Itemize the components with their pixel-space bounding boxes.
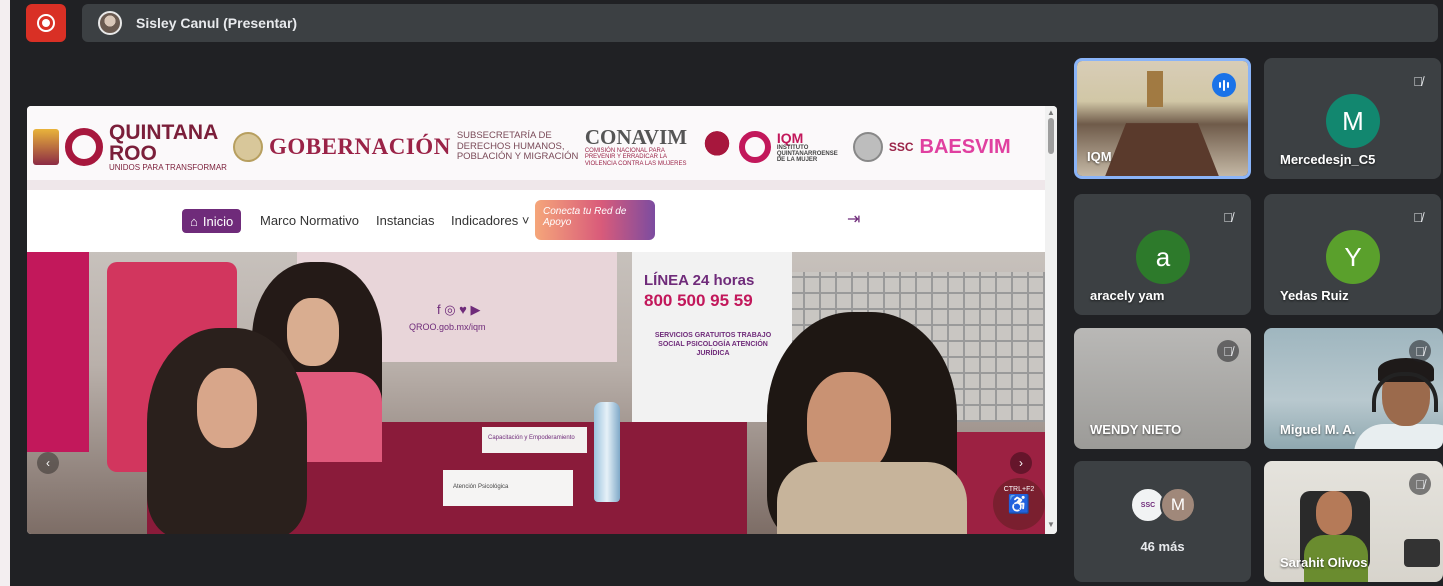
site-nav: ⌂ Inicio Marco Normativo Instancias Indi… — [27, 190, 1045, 252]
avatar — [98, 11, 122, 35]
avatar: M — [1326, 94, 1380, 148]
quintana-roo-q-logo — [65, 128, 103, 166]
site-header: QUINTANA ROO UNIDOS PARA TRANSFORMAR GOB… — [27, 106, 1045, 188]
carousel-prev-icon[interactable]: ‹ — [37, 452, 59, 474]
more-participants-count: 46 más — [1140, 539, 1185, 554]
participant-name: WENDY NIETO — [1090, 422, 1182, 437]
nav-promo-banner[interactable]: Conecta tu Red de Apoyo — [535, 200, 655, 240]
login-icon[interactable]: ⇥ — [847, 209, 860, 229]
ssc-logo: SSC — [888, 140, 914, 154]
mic-off-icon: 🎙̸ — [1409, 340, 1431, 362]
participant-name: aracely yam — [1090, 288, 1165, 303]
record-icon — [37, 14, 55, 32]
presenter-label: Sisley Canul (Presentar) — [136, 15, 298, 31]
participant-tile-aracely[interactable]: 🎙̸ a aracely yam — [1074, 194, 1251, 315]
participant-name: Mercedesjn_C5 — [1280, 152, 1376, 167]
municipal-seal-icon — [852, 132, 883, 162]
subsecretaria-caption: SUBSECRETARÍA DE DERECHOS HUMANOS, POBLA… — [456, 129, 579, 163]
scrollbar[interactable]: ▲ ▼ — [1045, 106, 1057, 534]
table-sign: Capacitación y Empoderamiento — [482, 427, 587, 453]
mic-off-icon: 🎙̸ — [1217, 340, 1239, 362]
mic-off-icon: 🎙̸ — [1413, 209, 1423, 225]
conavim-logo: CONAVIM COMISIÓN NACIONAL PARA PREVENIR … — [584, 124, 688, 167]
avatar: Y — [1326, 230, 1380, 284]
home-icon: ⌂ — [190, 213, 198, 229]
more-participants-tile[interactable]: SSC M 46 más — [1074, 461, 1251, 582]
table-sign-2: Atención Psicológica — [443, 470, 573, 506]
nav-instancias[interactable]: Instancias — [376, 213, 435, 228]
nav-home-button[interactable]: ⌂ Inicio — [182, 209, 242, 233]
social-icons: f ◎ ♥ ▶ — [437, 302, 481, 317]
scroll-down-icon[interactable]: ▼ — [1047, 520, 1055, 529]
participant-tile-wendy[interactable]: 🎙̸ WENDY NIETO — [1074, 328, 1251, 449]
participant-tile-sarahit[interactable]: 🎙̸ Sarahit Olivos — [1264, 461, 1443, 582]
participant-name: Sarahit Olivos — [1280, 555, 1368, 570]
carousel-next-icon[interactable]: › — [1010, 452, 1032, 474]
avatar: M — [1160, 487, 1196, 523]
iqm-logo: IQM INSTITUTO QUINTANARROENSE DE LA MUJE… — [776, 129, 838, 164]
nav-marco-normativo[interactable]: Marco Normativo — [260, 213, 359, 228]
person — [147, 328, 307, 534]
header-divider — [27, 180, 1045, 190]
presenter-bar[interactable]: Sisley Canul (Presentar) — [82, 4, 1438, 42]
record-button[interactable] — [26, 4, 66, 42]
avatar: a — [1136, 230, 1190, 284]
participant-name: Miguel M. A. — [1280, 422, 1356, 437]
more-avatars: SSC M — [1130, 487, 1210, 527]
gobernacion-logo: GOBERNACIÓN — [268, 134, 451, 159]
mic-off-icon: 🎙̸ — [1409, 473, 1431, 495]
mic-off-icon: 🎙̸ — [1413, 73, 1423, 89]
shared-screen[interactable]: QUINTANA ROO UNIDOS PARA TRANSFORMAR GOB… — [27, 106, 1057, 534]
helpline-phone: 800 500 95 59 — [644, 291, 753, 310]
participant-tile-mercedes[interactable]: 🎙̸ M Mercedesjn_C5 — [1264, 58, 1441, 179]
banner-url: QROO.gob.mx/iqm — [409, 322, 486, 332]
government-seal-icon — [232, 132, 263, 162]
scrollbar-thumb[interactable] — [1048, 118, 1054, 154]
person — [767, 312, 967, 534]
water-bottle — [594, 402, 620, 502]
quintana-roo-logo-text: QUINTANA ROO UNIDOS PARA TRANSFORMAR — [109, 121, 227, 172]
baesvim-logo: BAESVIM — [919, 135, 1011, 158]
participant-tile-iqm[interactable]: IQM — [1074, 58, 1251, 179]
participant-name: IQM — [1087, 149, 1112, 164]
participant-tile-yedas[interactable]: 🎙̸ Y Yedas Ruiz — [1264, 194, 1441, 315]
accessibility-icon: ♿ — [1007, 494, 1031, 515]
scroll-up-icon[interactable]: ▲ — [1047, 108, 1055, 117]
hero-carousel: f ◎ ♥ ▶ QROO.gob.mx/iqm LÍNEA 24 horas 8… — [27, 252, 1045, 534]
participant-tile-miguel[interactable]: 🎙̸ Miguel M. A. — [1264, 328, 1443, 449]
speaking-icon — [1212, 73, 1236, 97]
participant-name: Yedas Ruiz — [1280, 288, 1349, 303]
mic-off-icon: 🎙̸ — [1223, 209, 1233, 225]
meet-window: Sisley Canul (Presentar) QUINTANA ROO UN… — [10, 0, 1443, 586]
state-shield-logo — [33, 129, 59, 165]
nav-indicadores[interactable]: Indicadores ˅ — [451, 213, 529, 228]
top-bar: Sisley Canul (Presentar) — [10, 0, 1443, 44]
q-logo-icon — [738, 131, 771, 163]
accessibility-button[interactable]: CTRL+F2 ♿ — [993, 478, 1045, 530]
tree-logo-icon — [700, 129, 733, 165]
banner-left — [27, 252, 89, 452]
